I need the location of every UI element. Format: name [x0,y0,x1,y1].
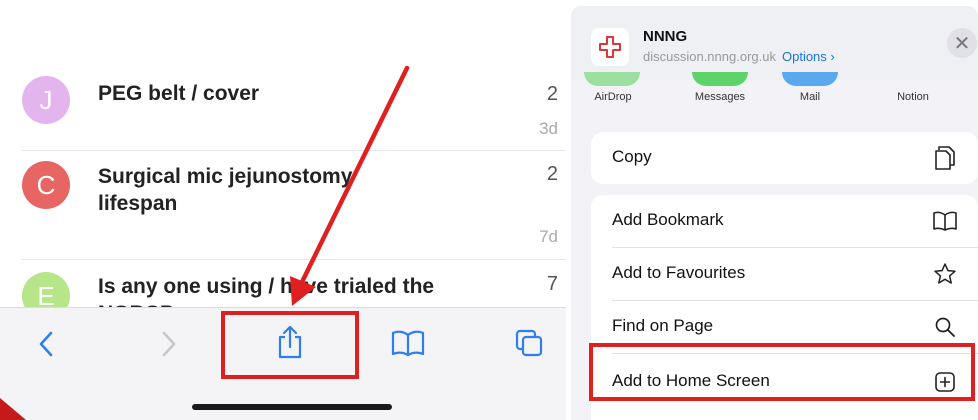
add-to-home-screen-highlight [589,343,975,401]
app-label-notion[interactable]: Notion [873,91,953,103]
mail-icon[interactable] [782,72,838,86]
add-bookmark-action[interactable]: Add Bookmark [591,195,978,247]
copy-action[interactable]: Copy [591,132,978,184]
options-link[interactable]: Options › [782,49,835,64]
copy-icon [932,145,958,171]
site-url-text: discussion.nnng.org.uk [643,49,776,64]
share-sheet: NNNG discussion.nnng.org.uk Options › ✕ A… [571,6,978,420]
magnifier-icon [932,314,958,340]
browser-panel: J PEG belt / cover 2 3d C Surgical mic j… [0,0,566,420]
airdrop-icon[interactable] [584,72,640,86]
action-group-copy: Copy [591,132,978,184]
add-to-favourites-label: Add to Favourites [612,263,746,282]
star-icon [932,261,958,287]
share-sheet-header [571,6,978,80]
close-button[interactable]: ✕ [947,28,977,58]
site-logo-icon [591,28,629,66]
find-on-page-label: Find on Page [612,316,714,335]
app-label-airdrop[interactable]: AirDrop [573,91,653,103]
site-url: discussion.nnng.org.uk Options › [643,49,835,64]
annotation-arrow [290,65,410,306]
book-icon [932,208,958,234]
app-label-messages[interactable]: Messages [680,91,760,103]
app-label-mail[interactable]: Mail [770,91,850,103]
copy-label: Copy [612,147,652,166]
messages-icon[interactable] [692,72,748,86]
add-bookmark-label: Add Bookmark [612,210,724,229]
add-to-favourites-action[interactable]: Add to Favourites [591,248,978,300]
site-name: NNNG [643,28,688,45]
